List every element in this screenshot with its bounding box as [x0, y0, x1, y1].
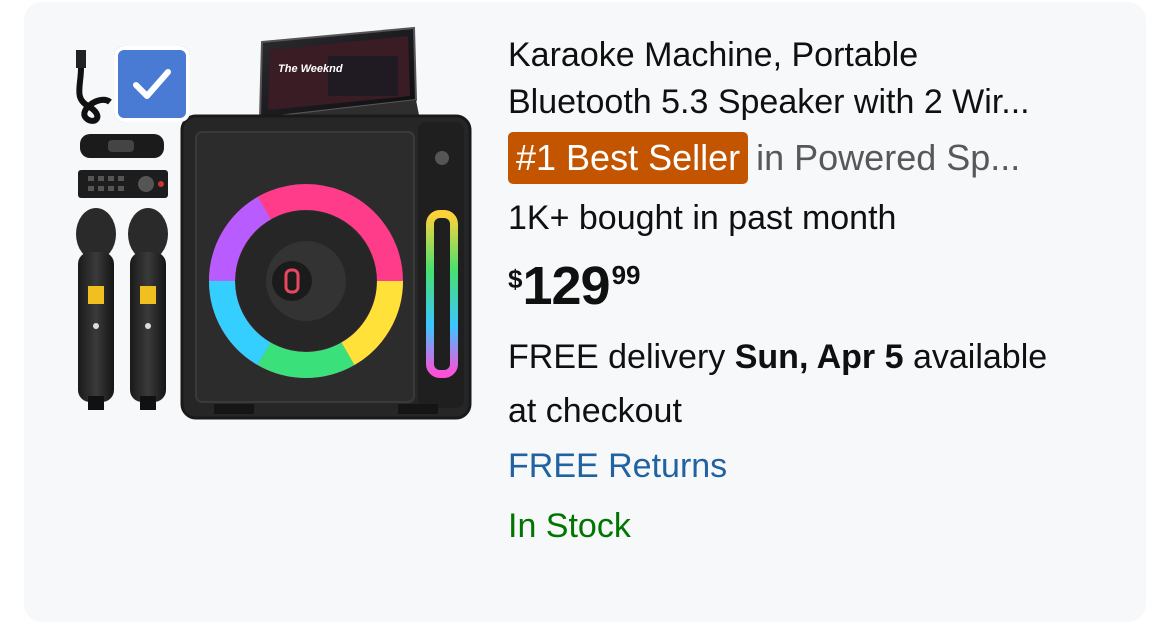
receiver-icon — [80, 134, 164, 158]
delivery-info: FREE delivery Sun, Apr 5 available at ch… — [508, 330, 1148, 438]
best-seller-badge: #1 Best Seller — [508, 132, 749, 184]
product-title[interactable]: Karaoke Machine, Portable Bluetooth 5.3 … — [508, 32, 1148, 126]
delivery-prefix: FREE delivery — [508, 338, 726, 376]
best-seller-row[interactable]: #1 Best Seller in Powered Sp... — [508, 132, 1148, 184]
price-whole: 129 — [522, 256, 610, 316]
best-seller-category: in Powered Sp... — [756, 137, 1021, 178]
microphone-icon — [76, 208, 168, 410]
product-title-line1: Karaoke Machine, Portable — [508, 36, 919, 74]
delivery-suffix-line1: available — [912, 338, 1048, 376]
product-title-line2: Bluetooth 5.3 Speaker with 2 Wir... — [508, 83, 1030, 121]
stock-status: In Stock — [508, 507, 631, 545]
remote-control-icon — [78, 170, 168, 198]
delivery-date: Sun, Apr 5 — [734, 338, 904, 376]
usb-cable-icon — [76, 50, 112, 124]
product-card[interactable]: The Weeknd Karaoke Machine, Portable Blu… — [24, 2, 1146, 622]
select-checkbox[interactable] — [114, 46, 190, 122]
delivery-suffix-line2: at checkout — [508, 392, 682, 430]
product-image[interactable]: The Weeknd — [48, 6, 474, 436]
product-info: Karaoke Machine, Portable Bluetooth 5.3 … — [508, 32, 1148, 554]
free-returns-link[interactable]: FREE Returns — [508, 438, 1148, 494]
price: $ 129 99 — [508, 254, 1148, 324]
speaker-body — [180, 114, 472, 420]
tablet-display: The Weeknd — [258, 26, 420, 126]
bought-count: 1K+ bought in past month — [508, 199, 897, 237]
tablet-screen-text: The Weeknd — [278, 63, 343, 75]
checkmark-icon — [133, 69, 171, 99]
price-fraction: 99 — [611, 260, 641, 290]
price-symbol: $ — [508, 264, 523, 294]
